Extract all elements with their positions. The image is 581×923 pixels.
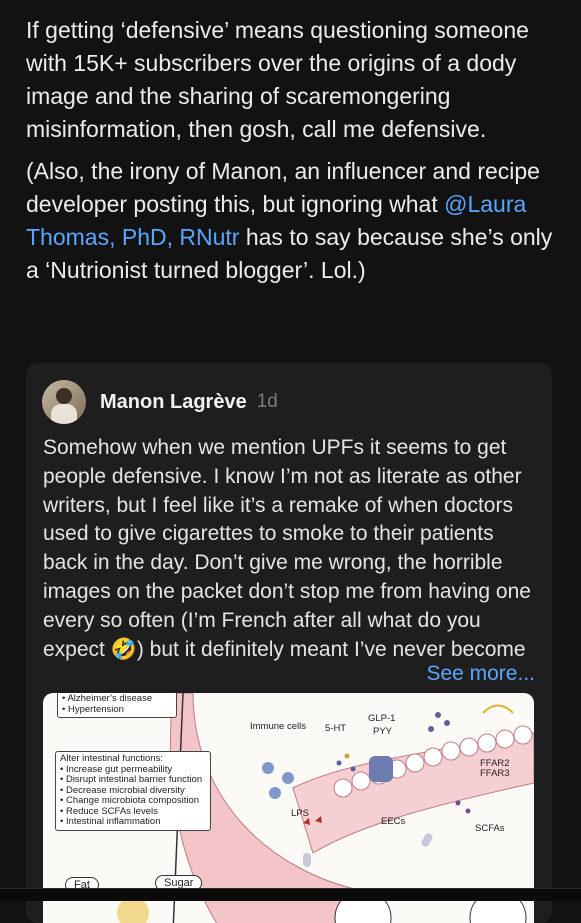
disease-box: • Alzheimer’s disease • Hypertension bbox=[57, 693, 177, 718]
intestinal-functions-box: Alter intestinal functions: • Increase g… bbox=[55, 751, 211, 831]
avatar[interactable] bbox=[42, 380, 86, 424]
post-body: If getting ‘defensive’ means questioning… bbox=[26, 14, 556, 296]
glp1-label: GLP-1 bbox=[368, 713, 396, 724]
quoted-post-header: Manon Lagrève 1d bbox=[42, 380, 278, 424]
functions-title: Alter intestinal functions: bbox=[60, 753, 163, 764]
post-paragraph-2: (Also, the irony of Manon, an influencer… bbox=[26, 155, 556, 287]
eecs-label: EECs bbox=[381, 816, 406, 827]
pyy-label: PYY bbox=[373, 726, 393, 737]
function-item: • Change microbiota composition bbox=[60, 795, 200, 806]
function-item: • Disrupt intestinal barrier function bbox=[60, 774, 203, 785]
5ht-label: 5-HT bbox=[325, 723, 347, 734]
post-paragraph-1: If getting ‘defensive’ means questioning… bbox=[26, 17, 529, 142]
quoted-post-text: Somehow when we mention UPFs it seems to… bbox=[43, 436, 531, 661]
lps-label: LPS bbox=[291, 808, 309, 819]
see-more-link[interactable]: See more... bbox=[404, 660, 535, 688]
post-time: 1d bbox=[256, 391, 278, 412]
immune-cells-label: Immune cells bbox=[250, 721, 306, 732]
quoted-post-card[interactable]: Manon Lagrève 1d Somehow when we mention… bbox=[26, 363, 552, 923]
disease-item: • Hypertension bbox=[62, 703, 124, 715]
bottom-edge bbox=[0, 888, 581, 901]
function-item: • Intestinal inflammation bbox=[60, 816, 161, 827]
author-name[interactable]: Manon Lagrève bbox=[100, 391, 247, 414]
ffar3-label: FFAR3 bbox=[480, 768, 510, 779]
disease-item: • Alzheimer’s disease bbox=[62, 693, 153, 704]
scfas-label: SCFAs bbox=[475, 823, 505, 834]
